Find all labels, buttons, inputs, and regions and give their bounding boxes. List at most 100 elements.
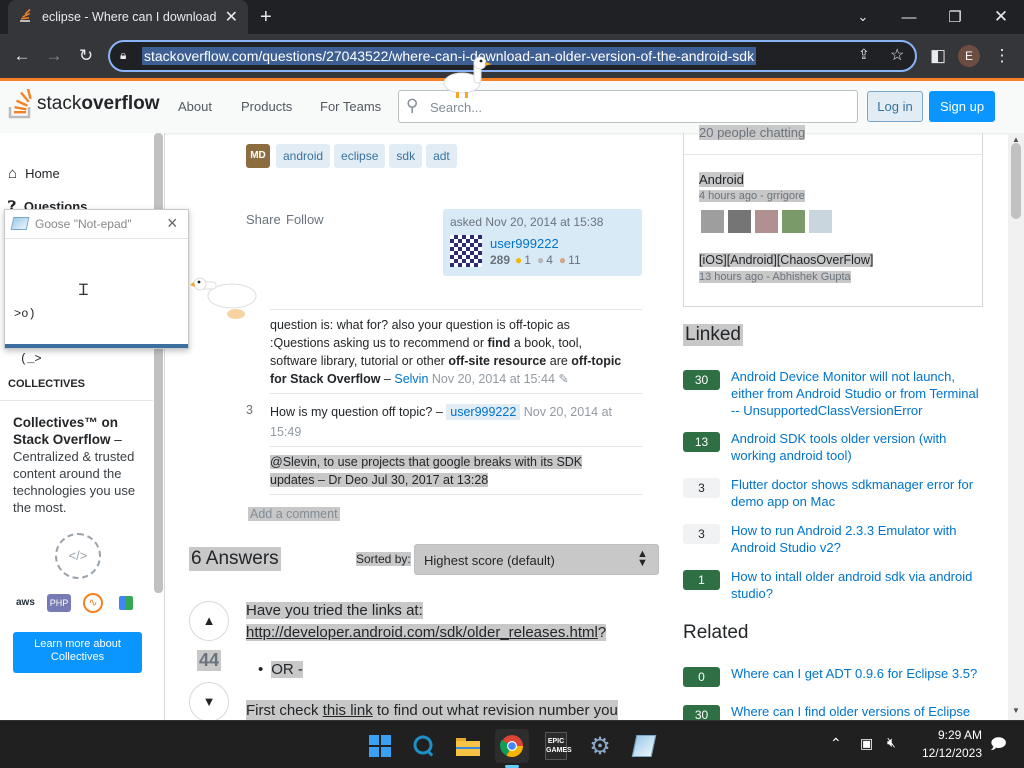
comment-item: @Slevin, to use projects that google bre…: [270, 453, 630, 489]
comment-user[interactable]: Dr Deo: [328, 473, 368, 487]
tab-strip: eclipse - Where can I download ✕ + ⌄ — ❐…: [0, 0, 1024, 34]
asker-name[interactable]: user999222: [490, 236, 559, 251]
sort-select[interactable]: Highest score (default) ▲ ▼: [414, 544, 659, 575]
tag-android[interactable]: android: [276, 144, 331, 168]
tab-title: eclipse - Where can I download: [42, 10, 217, 24]
notification-icon[interactable]: 🗩︎: [990, 734, 1007, 759]
tag-adt[interactable]: adt: [426, 144, 457, 168]
related-title[interactable]: Where can I get ADT 0.9.6 for Eclipse 3.…: [731, 665, 981, 682]
browser-menu-icon[interactable]: ⋮: [988, 42, 1016, 70]
upvote-button[interactable]: ▲: [189, 601, 229, 641]
scroll-down-icon[interactable]: ▼: [1012, 706, 1020, 715]
notepad-line-2: (_>: [20, 352, 42, 366]
chat-avatar[interactable]: [809, 210, 832, 233]
epic-games-label: EPIC GAMES: [545, 732, 572, 760]
comment-text: How is my question off topic? –: [270, 405, 447, 419]
answer-line-1: Have you tried the links at:: [246, 602, 423, 619]
select-arrows-icon: ▲ ▼: [637, 548, 648, 569]
minimize-icon[interactable]: —: [886, 0, 932, 34]
left-scrollbar[interactable]: [154, 133, 163, 593]
sorted-by-label: Sorted by:: [356, 552, 411, 566]
notepad-window[interactable]: Goose "Not-epad" × >o) (_> Ɪ: [4, 209, 189, 366]
signup-button[interactable]: Sign up: [929, 91, 995, 122]
forward-icon[interactable]: →: [40, 42, 68, 70]
file-explorer-icon[interactable]: [451, 729, 485, 763]
settings-icon[interactable]: ⚙: [583, 729, 617, 763]
tray-chevron-icon[interactable]: ⌃: [830, 735, 842, 752]
chat-widget: 20 people chatting Android 4 hours ago -…: [683, 125, 983, 307]
add-comment-link[interactable]: Add a comment: [248, 507, 340, 521]
profile-avatar[interactable]: E: [958, 45, 980, 67]
linked-title[interactable]: How to run Android 2.3.3 Emulator with A…: [731, 522, 981, 556]
login-button[interactable]: Log in: [867, 91, 923, 122]
edit-pencil-icon[interactable]: ✎: [558, 372, 568, 386]
notepad-goose-taskbar-icon[interactable]: [627, 729, 661, 763]
tag-sdk[interactable]: sdk: [389, 144, 423, 168]
learn-more-collectives-button[interactable]: Learn more about Collectives: [13, 632, 142, 673]
notepad-text-area[interactable]: >o) (_> Ɪ: [5, 238, 188, 366]
notepad-line-1: >o): [14, 307, 36, 321]
comment-user[interactable]: Selvin: [394, 372, 428, 386]
reload-icon[interactable]: ↻: [72, 42, 100, 70]
nav-products[interactable]: Products: [241, 99, 292, 114]
this-link[interactable]: this link: [323, 702, 373, 719]
windows-start-icon[interactable]: [363, 729, 397, 763]
chat-avatar[interactable]: [755, 210, 778, 233]
browser-tab[interactable]: eclipse - Where can I download ✕: [8, 0, 248, 34]
user-avatar[interactable]: [450, 235, 482, 267]
answer-text: First check: [246, 702, 323, 719]
tray-mute-icon[interactable]: 🔇︎: [887, 734, 896, 751]
answer-link[interactable]: http://developer.android.com/sdk/older_r…: [246, 624, 598, 641]
linked-title[interactable]: Flutter doctor shows sdkmanager error fo…: [731, 476, 981, 510]
back-icon[interactable]: ←: [8, 42, 36, 70]
linked-score: 30: [683, 370, 720, 390]
page-scroll-thumb[interactable]: [1011, 143, 1021, 219]
notepad-titlebar[interactable]: Goose "Not-epad" ×: [5, 210, 188, 238]
close-window-icon[interactable]: ✕: [978, 0, 1024, 34]
comment-score: 3: [246, 403, 253, 417]
chat-avatar[interactable]: [728, 210, 751, 233]
linked-title[interactable]: Android SDK tools older version (with wo…: [731, 430, 981, 464]
address-bar[interactable]: 🔒︎ stackoverflow.com/questions/27043522/…: [108, 40, 917, 72]
share-icon[interactable]: ⇪: [858, 46, 870, 63]
goose-sprite[interactable]: [190, 272, 260, 322]
taskbar-time[interactable]: 9:29 AM: [920, 728, 982, 742]
search-taskbar-icon[interactable]: [407, 729, 441, 763]
downvote-button[interactable]: ▼: [189, 682, 229, 722]
collectives-desc: Centralized & trusted content around the…: [13, 449, 136, 515]
so-logo[interactable]: stack overflow: [8, 88, 159, 120]
notepad-close-icon[interactable]: ×: [167, 213, 178, 234]
page-scrollbar[interactable]: ▲ ▼: [1008, 133, 1024, 720]
share-link[interactable]: Share: [246, 212, 281, 227]
comment-bold: off-site resource: [448, 354, 547, 368]
new-tab-icon[interactable]: +: [260, 6, 272, 28]
tray-device-icon[interactable]: ▣: [860, 735, 873, 752]
comment-user[interactable]: user999222: [446, 404, 521, 420]
collectives-card: Collectives™ on Stack Overflow – Central…: [0, 400, 153, 685]
nav-about[interactable]: About: [178, 99, 212, 114]
chat-avatar[interactable]: [782, 210, 805, 233]
epic-games-icon[interactable]: EPIC GAMES: [539, 729, 573, 763]
restore-icon[interactable]: ❐: [932, 0, 978, 34]
comment-divider: [270, 494, 642, 495]
comment-divider: [270, 393, 642, 394]
taskbar-date[interactable]: 12/12/2023: [914, 746, 982, 760]
nav-home[interactable]: ⌂ Home: [8, 165, 60, 182]
chat-room-android[interactable]: Android: [699, 172, 744, 187]
windows-taskbar: EPIC GAMES ⚙ ⌃ ▣ 🔇︎ 9:29 AM 12/12/2023 🗩…: [0, 720, 1024, 768]
linked-title[interactable]: How to intall older android sdk via andr…: [731, 568, 981, 602]
silver-badge-icon: ●: [536, 253, 545, 267]
tab-close-icon[interactable]: ✕: [225, 7, 238, 27]
tab-search-icon[interactable]: ⌄: [840, 0, 886, 34]
related-title[interactable]: Where can I find older versions of Eclip…: [731, 703, 981, 720]
chat-room-ios[interactable]: [iOS][Android][ChaosOverFlow]: [699, 253, 874, 267]
bookmark-star-icon[interactable]: ☆: [890, 45, 904, 65]
goose-sprite[interactable]: [440, 55, 492, 98]
chat-avatar[interactable]: [701, 210, 724, 233]
linked-title[interactable]: Android Device Monitor will not launch, …: [731, 368, 981, 419]
chrome-icon[interactable]: [495, 729, 529, 763]
follow-link[interactable]: Follow: [286, 212, 324, 227]
sidepanel-icon[interactable]: ◧: [924, 42, 952, 70]
tag-eclipse[interactable]: eclipse: [334, 144, 386, 168]
nav-for-teams[interactable]: For Teams: [320, 99, 381, 114]
